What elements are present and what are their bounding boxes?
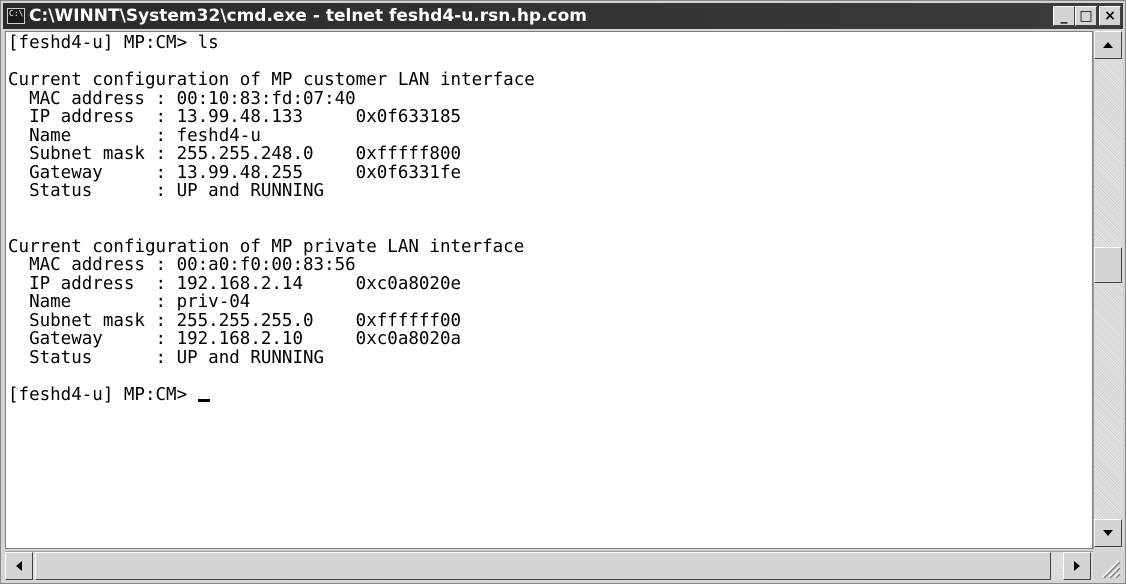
arrow-right-icon xyxy=(1074,561,1080,571)
command-prompt: [feshd4-u] MP:CM> xyxy=(8,384,198,405)
maximize-button[interactable]: □ xyxy=(1075,6,1097,26)
vertical-scrollbar[interactable] xyxy=(1093,31,1123,549)
arrow-up-icon xyxy=(1103,42,1113,48)
console-output[interactable]: [feshd4-u] MP:CM> ls Current configurati… xyxy=(5,31,1093,549)
console-line: Status : UP and RUNNING xyxy=(8,347,325,368)
scroll-down-button[interactable] xyxy=(1094,519,1122,547)
console-line: [feshd4-u] MP:CM> ls xyxy=(8,33,219,53)
console-line: Gateway : 192.168.2.10 0xc0a8020a xyxy=(8,329,462,349)
close-button[interactable]: × xyxy=(1099,6,1121,26)
console-line: Status : UP and RUNNING xyxy=(8,181,325,201)
console-line: Subnet mask : 255.255.248.0 0xfffff800 xyxy=(8,144,462,164)
console-line: MAC address : 00:a0:f0:00:83:56 xyxy=(8,255,356,275)
resize-grip-icon xyxy=(1102,560,1121,579)
console-line: MAC address : 00:10:83:fd:07:40 xyxy=(8,88,356,109)
text-cursor xyxy=(197,398,210,402)
console-text: [feshd4-u] MP:CM> ls Current configurati… xyxy=(6,32,1092,404)
window-title: C:\WINNT\System32\cmd.exe - telnet feshd… xyxy=(29,6,588,26)
arrow-down-icon xyxy=(1103,530,1113,536)
horizontal-scrollbar[interactable] xyxy=(5,551,1093,581)
title-bar[interactable]: C:\ C:\WINNT\System32\cmd.exe - telnet f… xyxy=(3,3,1123,29)
arrow-left-icon xyxy=(16,561,22,571)
console-window: C:\ C:\WINNT\System32\cmd.exe - telnet f… xyxy=(0,0,1126,584)
console-line: Gateway : 13.99.48.255 0x0f6331fe xyxy=(8,162,462,183)
console-line: Subnet mask : 255.255.255.0 0xffffff00 xyxy=(8,310,462,331)
cmd-icon-label: C:\ xyxy=(9,9,24,18)
console-line: IP address : 192.168.2.14 0xc0a8020e xyxy=(8,273,462,294)
close-icon: × xyxy=(1104,8,1116,24)
window-controls: _ □ × xyxy=(1053,6,1121,26)
vertical-scroll-thumb[interactable] xyxy=(1094,247,1122,283)
cmd-icon[interactable]: C:\ xyxy=(7,8,25,24)
resize-grip[interactable] xyxy=(1093,551,1123,581)
minimize-icon: _ xyxy=(1060,8,1068,24)
scroll-left-button[interactable] xyxy=(5,552,33,580)
console-line: Name : feshd4-u xyxy=(8,125,261,146)
maximize-icon: □ xyxy=(1079,8,1093,24)
console-line: Name : priv-04 xyxy=(8,292,251,312)
minimize-button[interactable]: _ xyxy=(1053,6,1075,26)
console-line: Current configuration of MP private LAN … xyxy=(8,236,525,257)
console-line: Current configuration of MP customer LAN… xyxy=(8,70,535,90)
console-line: IP address : 13.99.48.133 0x0f633185 xyxy=(8,107,462,127)
scroll-right-button[interactable] xyxy=(1063,552,1091,580)
horizontal-scroll-thumb[interactable] xyxy=(35,552,1051,580)
scroll-up-button[interactable] xyxy=(1094,31,1122,59)
